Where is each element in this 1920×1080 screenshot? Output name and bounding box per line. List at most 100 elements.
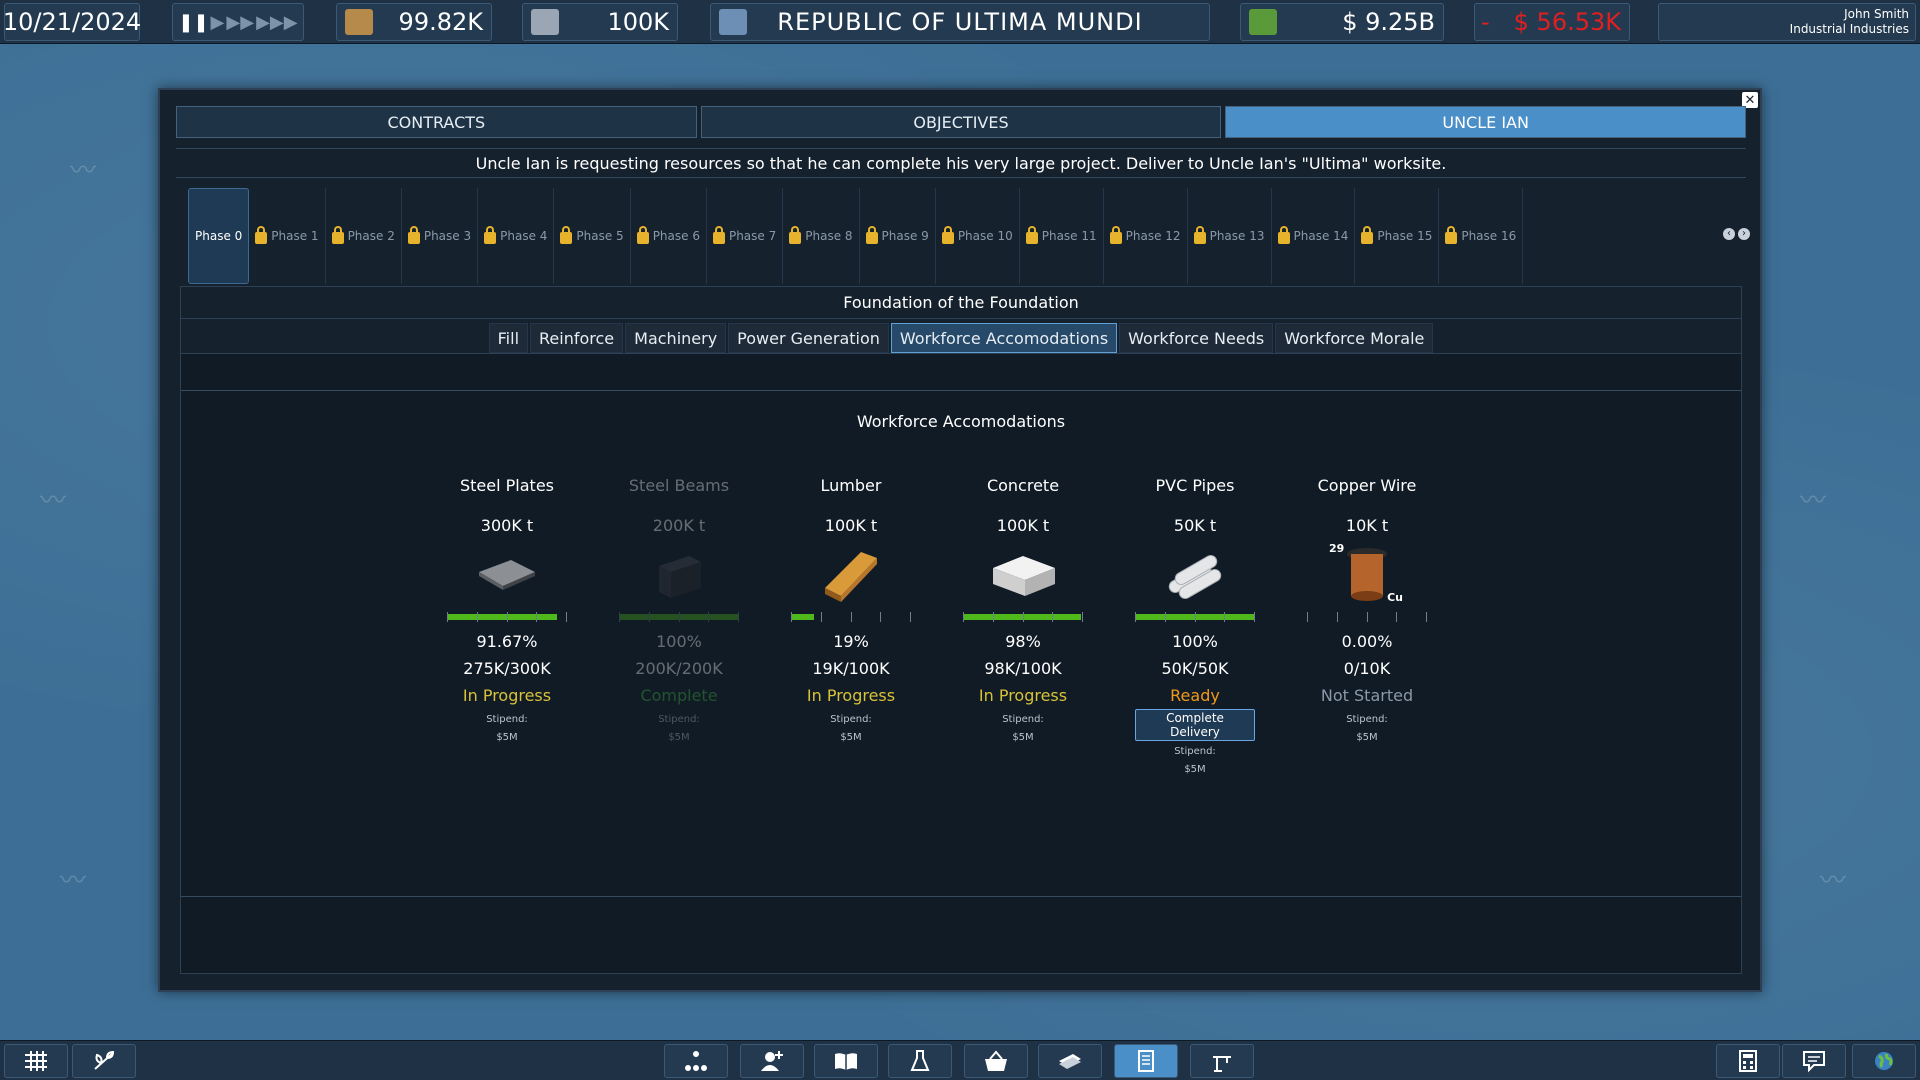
basket-icon[interactable] <box>964 1044 1028 1078</box>
subtab-workforce-needs[interactable]: Workforce Needs <box>1119 323 1274 353</box>
phase-tab[interactable]: Phase 16 <box>1439 188 1524 284</box>
phase-tab[interactable]: Phase 12 <box>1104 188 1188 284</box>
resource-2[interactable]: 100K <box>522 3 678 41</box>
resource-1[interactable]: 99.82K <box>336 3 492 41</box>
resource-card-lumber[interactable]: Lumber 100K t 19% 19K/100K In Progress S… <box>791 476 911 779</box>
resource-amount: 300K t <box>480 516 534 535</box>
nation-name[interactable]: REPUBLIC OF ULTIMA MUNDI <box>710 3 1210 41</box>
chevron-right-icon[interactable]: › <box>1738 228 1750 240</box>
tab-objectives[interactable]: OBJECTIVES <box>700 106 1222 138</box>
resource-card-copper-wire[interactable]: Copper Wire 10K t 29 Cu 0.00% 0/10K Not … <box>1307 476 1427 779</box>
lock-icon <box>865 226 878 244</box>
phase-tab[interactable]: Phase 6 <box>631 188 707 284</box>
request-description: Uncle Ian is requesting resources so tha… <box>176 148 1746 178</box>
progress-bar <box>1135 612 1255 622</box>
chat-icon[interactable] <box>1782 1044 1846 1078</box>
resource-card-pvc-pipes[interactable]: PVC Pipes 50K t 100% 50K/50K Ready Compl… <box>1135 476 1255 779</box>
stipend-value: $5M <box>496 732 518 743</box>
subtab-workforce-accomodations[interactable]: Workforce Accomodations <box>890 323 1118 353</box>
nation-label: REPUBLIC OF ULTIMA MUNDI <box>777 8 1143 36</box>
delivered-quantity: 0/10K <box>1343 659 1391 678</box>
stipend-value: $5M <box>1012 732 1034 743</box>
play-icon[interactable]: ▶ <box>211 12 225 33</box>
phase-tab[interactable]: Phase 9 <box>860 188 936 284</box>
phase-tab[interactable]: Phase 4 <box>478 188 555 284</box>
globe-icon[interactable] <box>1852 1044 1916 1078</box>
date-display[interactable]: 10/21/2024 <box>3 3 141 41</box>
pause-icon[interactable]: ❚❚ <box>178 12 208 33</box>
flag-icon <box>719 9 747 35</box>
phase-tab[interactable]: Phase 8 <box>783 188 860 284</box>
complete-delivery-button[interactable]: Complete Delivery <box>1135 709 1255 741</box>
tab-uncle-ian[interactable]: UNCLE IAN <box>1225 106 1747 138</box>
fast-forward-icon[interactable]: ▶▶ <box>226 12 254 33</box>
money-delta[interactable]: - $ 56.53K <box>1474 3 1630 41</box>
wave-decoration: 〰 <box>1820 866 1847 896</box>
phase-label: Phase 16 <box>1461 229 1517 243</box>
progress-bar <box>963 612 1083 622</box>
phase-label: Phase 14 <box>1293 229 1349 243</box>
phase-label: Phase 7 <box>728 229 777 243</box>
faster-forward-icon[interactable]: ▶▶▶ <box>256 12 298 33</box>
status-label: Complete <box>640 686 718 705</box>
phase-tab[interactable]: Phase 11 <box>1020 188 1104 284</box>
phase-tab[interactable]: Phase 5 <box>554 188 631 284</box>
calculator-icon[interactable] <box>1716 1044 1780 1078</box>
divider <box>181 390 1741 391</box>
stipend-label: Stipend: <box>1174 746 1216 757</box>
phase-tab[interactable]: Phase 10 <box>936 188 1020 284</box>
phase-tab[interactable]: Phase 15 <box>1355 188 1440 284</box>
stipend-info: Stipend: $5M <box>1002 711 1044 747</box>
contract-icon[interactable] <box>1114 1044 1178 1078</box>
user-info[interactable]: John Smith Industrial Industries <box>1658 3 1916 41</box>
lock-icon <box>255 226 268 244</box>
phase-label: Phase 1 <box>271 229 319 243</box>
resource-card-steel-beams[interactable]: Steel Beams 200K t 100% 200K/200K Comple… <box>619 476 739 779</box>
contracts-dialog: ✕ CONTRACTS OBJECTIVES UNCLE IAN Uncle I… <box>158 88 1762 992</box>
resource-amount: 100K t <box>996 516 1050 535</box>
resource-1-value: 99.82K <box>398 8 483 36</box>
resource-card-steel-plates[interactable]: Steel Plates 300K t 91.67% 275K/300K In … <box>447 476 567 779</box>
phase-tab[interactable]: Phase 3 <box>402 188 479 284</box>
tab-contracts[interactable]: CONTRACTS <box>176 106 697 138</box>
speed-controls[interactable]: ❚❚ ▶ ▶▶ ▶▶▶ <box>172 3 304 41</box>
progress-bar <box>791 612 911 622</box>
resource-card-concrete[interactable]: Concrete 100K t 98% 98K/100K In Progress… <box>963 476 1083 779</box>
add-person-icon[interactable] <box>740 1044 804 1078</box>
cash-icon[interactable] <box>1038 1044 1102 1078</box>
stipend-value: $5M <box>840 732 862 743</box>
crane-icon[interactable] <box>1190 1044 1254 1078</box>
book-icon[interactable] <box>814 1044 878 1078</box>
user-name: John Smith <box>1844 7 1909 21</box>
stipend-value: $5M <box>1356 732 1378 743</box>
phase-tab[interactable]: Phase 2 <box>326 188 402 284</box>
phase-tab[interactable]: Phase 13 <box>1188 188 1272 284</box>
farm-icon[interactable] <box>72 1044 136 1078</box>
progress-bar <box>619 612 739 622</box>
phase-tab[interactable]: Phase 0 <box>188 188 250 284</box>
lock-icon <box>331 226 344 244</box>
wave-decoration: 〰 <box>40 486 67 516</box>
status-label: Not Started <box>1320 686 1414 705</box>
phase-tab[interactable]: Phase 7 <box>707 188 784 284</box>
progress-percent: 0.00% <box>1341 632 1393 651</box>
phase-tab[interactable]: Phase 1 <box>249 188 326 284</box>
subtab-reinforce[interactable]: Reinforce <box>530 323 624 353</box>
hierarchy-icon[interactable] <box>664 1044 728 1078</box>
money-display[interactable]: $ 9.25B <box>1240 3 1444 41</box>
phase-label: Phase 15 <box>1377 229 1433 243</box>
lock-icon <box>636 226 649 244</box>
subtab-machinery[interactable]: Machinery <box>625 323 727 353</box>
flask-icon[interactable] <box>888 1044 952 1078</box>
phase-tab[interactable]: Phase 14 <box>1272 188 1356 284</box>
phase-label: Phase 10 <box>957 229 1013 243</box>
phase-label: Phase 13 <box>1209 229 1265 243</box>
wave-decoration: 〰 <box>70 156 97 186</box>
subtab-workforce-morale[interactable]: Workforce Morale <box>1275 323 1434 353</box>
chevron-left-icon[interactable]: ‹ <box>1723 228 1735 240</box>
subtab-fill[interactable]: Fill <box>488 323 529 353</box>
lock-icon <box>712 226 725 244</box>
progress-percent: 91.67% <box>476 632 538 651</box>
subtab-power-generation[interactable]: Power Generation <box>728 323 889 353</box>
grid-icon[interactable] <box>4 1044 68 1078</box>
